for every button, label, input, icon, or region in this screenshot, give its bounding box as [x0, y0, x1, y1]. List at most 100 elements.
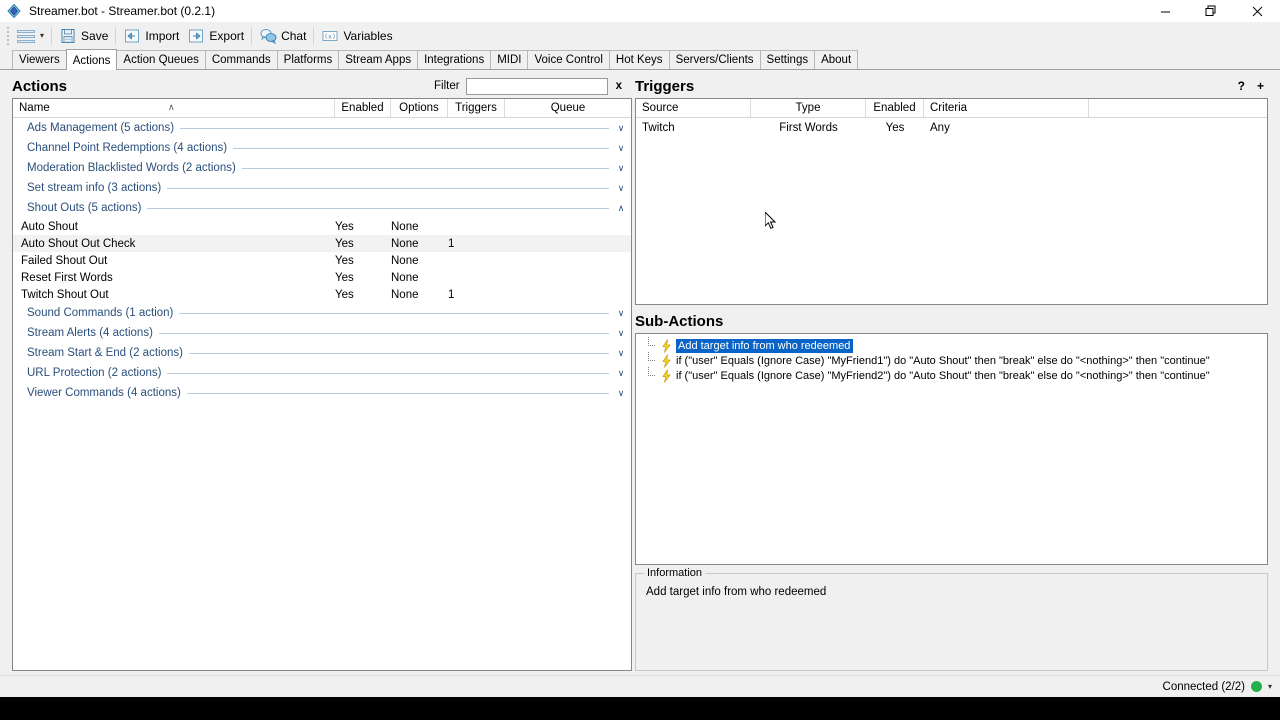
- filter-input[interactable]: [465, 77, 608, 95]
- group-divider: [158, 332, 609, 334]
- column-header-enabled[interactable]: Enabled: [335, 99, 391, 117]
- maximize-restore-icon[interactable]: [1188, 0, 1234, 22]
- action-group-row[interactable]: Ads Management (5 actions) ∨: [13, 118, 631, 138]
- tab-stream-apps[interactable]: Stream Apps: [338, 50, 419, 69]
- action-group-row[interactable]: Sound Commands (1 action) ∨: [13, 303, 631, 323]
- action-row[interactable]: Failed Shout Out Yes None: [13, 252, 631, 269]
- chevron-down-icon[interactable]: ∨: [615, 308, 627, 319]
- action-group-row[interactable]: Channel Point Redemptions (4 actions) ∨: [13, 138, 631, 158]
- group-divider: [241, 167, 609, 169]
- action-row[interactable]: Twitch Shout Out Yes None 1: [13, 286, 631, 303]
- triggers-column-header: Source Type Enabled Criteria: [636, 99, 1267, 118]
- action-name-cell: Failed Shout Out: [21, 254, 108, 267]
- action-group-row[interactable]: Viewer Commands (4 actions) ∨: [13, 383, 631, 403]
- close-icon[interactable]: [1234, 0, 1280, 22]
- variables-button[interactable]: (x) Variables: [317, 24, 396, 47]
- tab-voice-control[interactable]: Voice Control: [527, 50, 610, 69]
- action-group-label: Set stream info (3 actions): [27, 182, 162, 194]
- chat-button[interactable]: Chat: [255, 24, 310, 47]
- import-label: Import: [145, 28, 180, 43]
- chevron-down-icon[interactable]: ∨: [615, 328, 627, 339]
- group-divider: [167, 372, 609, 374]
- import-arrow-icon: [123, 27, 141, 45]
- action-options-cell: None: [391, 237, 419, 250]
- tab-platforms[interactable]: Platforms: [276, 50, 340, 69]
- details-pane: Triggers ? + Source Type Enabled Criteri…: [632, 70, 1280, 675]
- tab-midi[interactable]: MIDI: [490, 50, 529, 69]
- chevron-up-icon[interactable]: ∧: [615, 203, 627, 214]
- trigger-row[interactable]: Twitch First Words Yes Any: [636, 118, 1267, 137]
- subaction-label: if ("user" Equals (Ignore Case) "MyFrien…: [676, 354, 1210, 367]
- chevron-down-icon[interactable]: ∨: [615, 388, 627, 399]
- export-button[interactable]: Export: [183, 24, 248, 47]
- column-header-queue[interactable]: Queue: [505, 99, 631, 117]
- chevron-down-icon[interactable]: ∨: [615, 163, 627, 174]
- action-group-row[interactable]: Stream Start & End (2 actions) ∨: [13, 343, 631, 363]
- minimize-button[interactable]: [1142, 0, 1188, 22]
- tab-about[interactable]: About: [814, 50, 859, 69]
- column-header-triggers[interactable]: Triggers: [448, 99, 505, 117]
- subaction-row[interactable]: if ("user" Equals (Ignore Case) "MyFrien…: [636, 352, 1267, 368]
- action-group-row[interactable]: Shout Outs (5 actions) ∧: [13, 198, 631, 218]
- variables-icon: (x): [321, 27, 339, 45]
- action-name-cell: Auto Shout Out Check: [21, 237, 136, 250]
- tab-servers-clients[interactable]: Servers/Clients: [668, 50, 761, 69]
- action-group-label: Shout Outs (5 actions): [27, 202, 142, 214]
- chevron-down-icon[interactable]: ∨: [615, 143, 627, 154]
- action-group-row[interactable]: Moderation Blacklisted Words (2 actions)…: [13, 158, 631, 178]
- main-tab-bar: Viewers Actions Action Queues Commands Platf…: [0, 49, 1280, 70]
- clear-filter-button[interactable]: x: [614, 80, 624, 92]
- actions-header: Actions Filter x: [12, 74, 632, 98]
- actions-list[interactable]: Name Enabled Options Triggers Queue ∧ Ad…: [12, 98, 632, 671]
- column-header-trigger-enabled[interactable]: Enabled: [866, 99, 924, 117]
- tab-action-queues[interactable]: Action Queues: [116, 50, 206, 69]
- action-group-row[interactable]: Stream Alerts (4 actions) ∨: [13, 323, 631, 343]
- add-trigger-button[interactable]: +: [1253, 79, 1268, 93]
- information-legend: Information: [644, 567, 706, 579]
- column-header-options[interactable]: Options: [391, 99, 448, 117]
- tab-viewers[interactable]: Viewers: [12, 50, 67, 69]
- chevron-down-icon[interactable]: ∨: [615, 123, 627, 134]
- chevron-down-icon[interactable]: ∨: [615, 368, 627, 379]
- action-group-row[interactable]: Set stream info (3 actions) ∨: [13, 178, 631, 198]
- triggers-help-button[interactable]: ?: [1234, 79, 1249, 93]
- save-button[interactable]: Save: [55, 24, 112, 47]
- column-header-source[interactable]: Source: [636, 99, 751, 117]
- main-content: Actions Filter x Name Enabled Options Tr…: [0, 70, 1280, 675]
- action-row[interactable]: Auto Shout Yes None: [13, 218, 631, 235]
- trigger-source-cell: Twitch: [642, 121, 675, 134]
- action-group-label: Ads Management (5 actions): [27, 122, 175, 134]
- status-chevron-down-icon[interactable]: ▾: [1268, 682, 1272, 691]
- column-header-type[interactable]: Type: [751, 99, 866, 117]
- actions-rows: Ads Management (5 actions) ∨ Channel Point…: [13, 118, 631, 670]
- chevron-down-icon[interactable]: ∨: [615, 348, 627, 359]
- tab-hot-keys[interactable]: Hot Keys: [608, 50, 670, 69]
- import-button[interactable]: Import: [119, 24, 183, 47]
- action-enabled-cell: Yes: [335, 237, 354, 250]
- connection-status-label: Connected (2/2): [1162, 680, 1245, 693]
- column-header-criteria[interactable]: Criteria: [924, 99, 1089, 117]
- status-bar: Connected (2/2) ▾: [0, 675, 1280, 697]
- subaction-row[interactable]: Add target info from who redeemed: [636, 337, 1267, 353]
- action-row[interactable]: Auto Shout Out Check Yes None 1: [13, 235, 631, 252]
- triggers-header-buttons: ? +: [1234, 79, 1268, 93]
- filter-area: Filter x: [434, 77, 632, 95]
- tab-actions[interactable]: Actions: [65, 49, 118, 70]
- toolbar-grip[interactable]: [4, 26, 11, 46]
- action-row[interactable]: Reset First Words Yes None: [13, 269, 631, 286]
- subactions-list[interactable]: Add target info from who redeemed if ("us…: [635, 333, 1268, 565]
- triggers-list[interactable]: Source Type Enabled Criteria Twitch First…: [635, 98, 1268, 305]
- tree-connector: [644, 337, 660, 353]
- tab-integrations[interactable]: Integrations: [417, 50, 492, 69]
- tab-commands[interactable]: Commands: [204, 50, 278, 69]
- subaction-row[interactable]: if ("user" Equals (Ignore Case) "MyFrien…: [636, 367, 1267, 383]
- menu-button[interactable]: ▾: [13, 24, 48, 47]
- window-controls: [1142, 0, 1280, 22]
- svg-text:(x): (x): [325, 32, 337, 40]
- chevron-down-icon[interactable]: ∨: [615, 183, 627, 194]
- chat-label: Chat: [281, 28, 307, 43]
- action-group-row[interactable]: URL Protection (2 actions) ∨: [13, 363, 631, 383]
- group-divider: [147, 207, 609, 209]
- tab-settings[interactable]: Settings: [759, 50, 816, 69]
- actions-column-header: Name Enabled Options Triggers Queue ∧: [13, 99, 631, 118]
